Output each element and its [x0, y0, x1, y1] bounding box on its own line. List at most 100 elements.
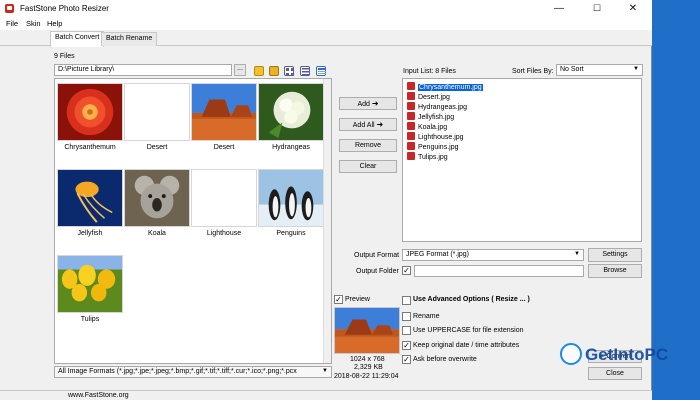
- image-file-icon: [407, 112, 415, 120]
- thumbnail-label: Koala: [148, 230, 166, 237]
- tab-strip: Batch Convert Batch Rename: [0, 30, 652, 47]
- thumbnail-item[interactable]: Desert: [191, 83, 257, 163]
- list-item-label: Penguins.jpg: [418, 144, 459, 151]
- add-all-button[interactable]: Add All ➜: [339, 118, 397, 131]
- chevron-down-icon: ▼: [633, 66, 639, 72]
- thumbnail-label: Jellyfish: [77, 230, 103, 237]
- thumbnail-view-icon[interactable]: [284, 66, 294, 76]
- sort-label: Sort Files By:: [512, 68, 554, 75]
- app-window: FastStone Photo Resizer — ☐ ✕ File Skin …: [0, 0, 652, 400]
- thumbnail-item[interactable]: Hydrangeas: [258, 83, 324, 163]
- thumbnail-label: Penguins: [276, 230, 306, 237]
- watermark-text: GetIntoPC: [585, 345, 669, 364]
- app-icon: [5, 4, 14, 13]
- close-button[interactable]: Close: [588, 367, 642, 380]
- thumbnail-item[interactable]: Desert: [124, 83, 190, 163]
- tab-batch-convert[interactable]: Batch Convert: [50, 31, 105, 47]
- list-item[interactable]: Lighthouse.jpg: [407, 132, 464, 142]
- list-view-icon[interactable]: [300, 66, 310, 76]
- list-item[interactable]: Tulips.jpg: [407, 152, 448, 162]
- advanced-options-checkbox[interactable]: [402, 296, 411, 305]
- output-format-label: Output Format: [354, 252, 400, 259]
- browse-folder-button[interactable]: ...: [234, 64, 246, 76]
- output-format-select[interactable]: JPEG Format (*.jpg) ▼: [402, 249, 584, 261]
- jellyfish-image: [57, 169, 123, 227]
- koala-image: [124, 169, 190, 227]
- close-window-button[interactable]: ✕: [614, 0, 652, 17]
- add-all-button-label: Add All: [352, 122, 375, 129]
- thumbnail-scrollbar[interactable]: [323, 79, 331, 363]
- list-item-label: Lighthouse.jpg: [418, 134, 464, 141]
- website-link[interactable]: www.FastStone.org: [68, 392, 129, 399]
- list-item[interactable]: Koala.jpg: [407, 122, 447, 132]
- thumbnail-item[interactable]: Jellyfish: [57, 169, 123, 249]
- image-file-icon: [407, 92, 415, 100]
- add-button[interactable]: Add ➜: [339, 97, 397, 110]
- menu-file[interactable]: File: [6, 19, 18, 28]
- file-type-filter-value: All Image Formats (*.jpg;*.jpe;*.jpeg;*.…: [58, 368, 297, 375]
- ask-overwrite-checkbox[interactable]: ✓: [402, 355, 411, 364]
- file-type-filter[interactable]: All Image Formats (*.jpg;*.jpe;*.jpeg;*.…: [54, 366, 332, 378]
- list-item-label: Jellyfish.jpg: [418, 114, 455, 121]
- list-item-label: Hydrangeas.jpg: [418, 104, 468, 111]
- input-file-list[interactable]: Chrysanthemum.jpg Desert.jpg Hydrangeas.…: [402, 78, 642, 242]
- list-item-label: Desert.jpg: [418, 94, 450, 101]
- tab-batch-rename[interactable]: Batch Rename: [101, 32, 158, 46]
- files-count: 9 Files: [54, 53, 75, 60]
- chevron-down-icon: ▼: [574, 251, 580, 257]
- blank-image: [191, 169, 257, 227]
- output-folder-input[interactable]: [414, 265, 584, 277]
- list-item[interactable]: Jellyfish.jpg: [407, 112, 454, 122]
- list-item[interactable]: Chrysanthemum.jpg: [407, 82, 483, 92]
- ask-overwrite-label: Ask before overwrite: [413, 356, 477, 363]
- arrow-right-icon: ➜: [371, 99, 379, 108]
- list-item-label: Chrysanthemum.jpg: [418, 84, 483, 91]
- thumbnail-item[interactable]: Lighthouse: [191, 169, 257, 249]
- input-list-header: Input List: 8 Files: [403, 68, 456, 75]
- thumbnail-item[interactable]: Penguins: [258, 169, 324, 249]
- preview-dimensions: 1024 x 768: [350, 356, 385, 363]
- image-file-icon: [407, 142, 415, 150]
- list-item[interactable]: Hydrangeas.jpg: [407, 102, 467, 112]
- thumbnail-item[interactable]: Tulips: [57, 255, 123, 335]
- preview-image: [334, 307, 400, 354]
- clear-button[interactable]: Clear: [339, 160, 397, 173]
- thumbnail-item[interactable]: Koala: [124, 169, 190, 249]
- detail-view-icon[interactable]: [316, 66, 326, 76]
- settings-button[interactable]: Settings: [588, 248, 642, 262]
- penguins-image: [258, 169, 324, 227]
- thumbnail-browser[interactable]: Chrysanthemum Desert Desert Hydrangeas J…: [54, 78, 332, 364]
- image-file-icon: [407, 102, 415, 110]
- preview-file-size: 2,329 KB: [354, 364, 383, 371]
- maximize-button[interactable]: ☐: [578, 0, 616, 17]
- watermark-logo-icon: [560, 343, 582, 365]
- favorites-icon[interactable]: [269, 66, 279, 76]
- title-bar: FastStone Photo Resizer — ☐ ✕: [0, 0, 652, 17]
- menu-help[interactable]: Help: [47, 19, 62, 28]
- minimize-button[interactable]: —: [540, 0, 578, 17]
- list-item[interactable]: Penguins.jpg: [407, 142, 458, 152]
- arrow-right-icon: ➜: [376, 120, 384, 129]
- thumbnail-label: Hydrangeas: [272, 144, 310, 151]
- rename-checkbox[interactable]: [402, 312, 411, 321]
- thumbnail-item[interactable]: Chrysanthemum: [57, 83, 123, 163]
- folder-up-icon[interactable]: [254, 66, 264, 76]
- output-format-value: JPEG Format (*.jpg): [406, 251, 470, 258]
- menu-skin[interactable]: Skin: [26, 19, 41, 28]
- sort-select[interactable]: No Sort ▼: [556, 64, 643, 76]
- list-item[interactable]: Desert.jpg: [407, 92, 450, 102]
- browse-output-button[interactable]: Browse: [588, 264, 642, 278]
- uppercase-checkbox[interactable]: [402, 326, 411, 335]
- blank-image: [124, 83, 190, 141]
- keep-date-checkbox[interactable]: ✓: [402, 341, 411, 350]
- remove-button[interactable]: Remove: [339, 139, 397, 152]
- image-file-icon: [407, 132, 415, 140]
- status-bar: www.FastStone.org: [0, 390, 652, 400]
- folder-path-input[interactable]: D:\Picture Library\: [54, 64, 232, 76]
- image-file-icon: [407, 122, 415, 130]
- menu-bar: File Skin Help: [0, 17, 652, 30]
- preview-checkbox[interactable]: ✓: [334, 295, 343, 304]
- output-folder-label: Output Folder: [356, 268, 399, 275]
- thumbnail-label: Desert: [213, 144, 235, 151]
- output-folder-checkbox[interactable]: ✓: [402, 266, 411, 275]
